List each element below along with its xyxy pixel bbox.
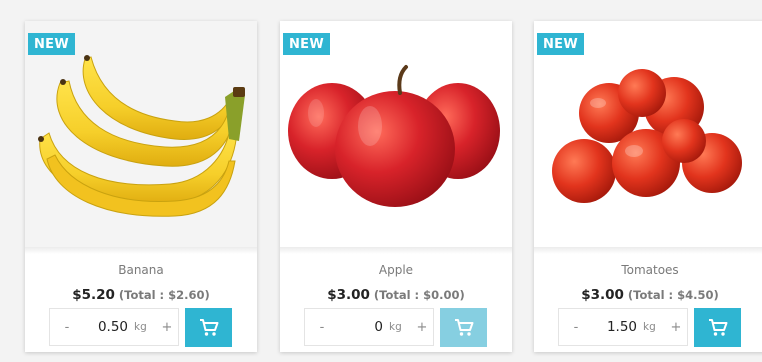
add-to-cart-button[interactable] — [440, 308, 487, 347]
product-total: (Total : $2.60) — [118, 288, 210, 302]
product-total: (Total : $0.00) — [373, 288, 465, 302]
add-to-cart-button[interactable] — [694, 308, 741, 347]
product-total: (Total : $4.50) — [627, 288, 719, 302]
cart-icon — [708, 318, 727, 336]
quantity-value[interactable]: 0.50 — [78, 319, 134, 335]
increase-quantity-button[interactable]: + — [665, 320, 687, 335]
product-card: NEW Tomatoes $3.00 (Total : $4.50) - 1.5… — [534, 21, 762, 352]
product-card: NEW Apple $3.00 (Total : $0.00) - 0 kg + — [280, 21, 512, 352]
quantity-unit: kg — [389, 321, 402, 333]
product-price: $3.00 — [581, 287, 624, 303]
product-card: NEW Banana $5.20 (Total : $2.60) - 0.50 … — [25, 21, 257, 352]
product-name[interactable]: Banana — [25, 263, 257, 277]
quantity-value[interactable]: 0 — [333, 319, 389, 335]
card-divider — [25, 247, 257, 254]
product-price-line: $3.00 (Total : $0.00) — [280, 287, 512, 303]
cart-icon — [199, 318, 218, 336]
add-to-cart-button[interactable] — [185, 308, 232, 347]
quantity-unit: kg — [643, 321, 656, 333]
product-name[interactable]: Tomatoes — [534, 263, 762, 277]
increase-quantity-button[interactable]: + — [411, 320, 433, 335]
increase-quantity-button[interactable]: + — [156, 320, 178, 335]
quantity-value[interactable]: 1.50 — [587, 319, 643, 335]
product-name[interactable]: Apple — [280, 263, 512, 277]
product-price-line: $5.20 (Total : $2.60) — [25, 287, 257, 303]
decrease-quantity-button[interactable]: - — [565, 320, 587, 335]
product-price: $3.00 — [327, 287, 370, 303]
card-divider — [534, 247, 762, 254]
card-divider — [280, 247, 512, 254]
quantity-stepper: - 1.50 kg + — [558, 308, 688, 346]
decrease-quantity-button[interactable]: - — [311, 320, 333, 335]
quantity-stepper: - 0 kg + — [304, 308, 434, 346]
new-badge: NEW — [28, 33, 75, 55]
quantity-stepper: - 0.50 kg + — [49, 308, 179, 346]
product-grid: NEW Banana $5.20 (Total : $2.60) - 0.50 … — [0, 0, 762, 362]
decrease-quantity-button[interactable]: - — [56, 320, 78, 335]
cart-icon — [454, 318, 473, 336]
product-price: $5.20 — [72, 287, 115, 303]
product-price-line: $3.00 (Total : $4.50) — [534, 287, 762, 303]
new-badge: NEW — [283, 33, 330, 55]
quantity-unit: kg — [134, 321, 147, 333]
new-badge: NEW — [537, 33, 584, 55]
